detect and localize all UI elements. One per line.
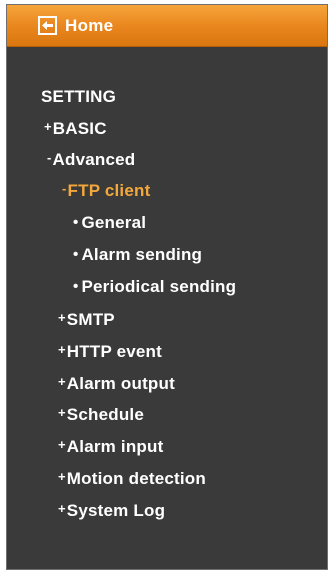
menu-item-alarm-output[interactable]: +Alarm output	[58, 374, 175, 394]
home-label: Home	[65, 15, 114, 35]
setting-header: SETTING	[41, 87, 117, 106]
menu-item-motion-detection[interactable]: +Motion detection	[58, 469, 206, 489]
menu-item-basic[interactable]: +BASIC	[44, 119, 107, 139]
expand-plus-icon: +	[58, 310, 66, 325]
settings-menu-panel: Home SETTING +BASIC -Advanced -FTP clien…	[6, 4, 328, 570]
expand-plus-icon: +	[58, 342, 66, 357]
menu-item-label: Alarm input	[66, 437, 164, 456]
back-arrow-icon	[38, 16, 57, 35]
menu-item-label: System Log	[66, 501, 166, 520]
menu-item-label: HTTP event	[66, 342, 163, 361]
expand-plus-icon: +	[58, 405, 66, 420]
menu-item-advanced[interactable]: -Advanced	[47, 150, 135, 170]
menu-item-periodical-sending[interactable]: • Periodical sending	[73, 277, 236, 297]
menu-item-label: Alarm output	[66, 374, 175, 393]
menu-item-ftp-client[interactable]: -FTP client	[62, 181, 150, 201]
home-button[interactable]: Home	[7, 5, 327, 47]
menu-item-system-log[interactable]: +System Log	[58, 501, 165, 521]
expand-plus-icon: +	[44, 119, 52, 134]
expand-plus-icon: +	[58, 469, 66, 484]
menu-item-label: Alarm sending	[81, 245, 203, 264]
menu-item-label: Periodical sending	[81, 277, 237, 296]
expand-plus-icon: +	[58, 374, 66, 389]
menu-item-label: Motion detection	[66, 469, 206, 488]
expand-plus-icon: +	[58, 437, 66, 452]
bullet-icon: •	[73, 214, 79, 231]
menu-item-alarm-input[interactable]: +Alarm input	[58, 437, 163, 457]
menu-item-general[interactable]: • General	[73, 213, 146, 233]
menu-item-label: FTP client	[67, 181, 151, 200]
menu-item-label: BASIC	[52, 119, 107, 138]
collapse-minus-icon: -	[47, 150, 52, 165]
menu-item-schedule[interactable]: +Schedule	[58, 405, 144, 425]
menu-item-alarm-sending[interactable]: • Alarm sending	[73, 245, 202, 265]
expand-plus-icon: +	[58, 501, 66, 516]
menu-item-http-event[interactable]: +HTTP event	[58, 342, 162, 362]
menu-item-smtp[interactable]: +SMTP	[58, 310, 115, 330]
menu-item-label: SMTP	[66, 310, 115, 329]
menu-item-label: General	[81, 213, 147, 232]
menu-item-label: Schedule	[66, 405, 144, 424]
menu-item-label: Advanced	[52, 150, 136, 169]
bullet-icon: •	[73, 278, 79, 295]
collapse-minus-icon: -	[62, 181, 67, 196]
bullet-icon: •	[73, 246, 79, 263]
